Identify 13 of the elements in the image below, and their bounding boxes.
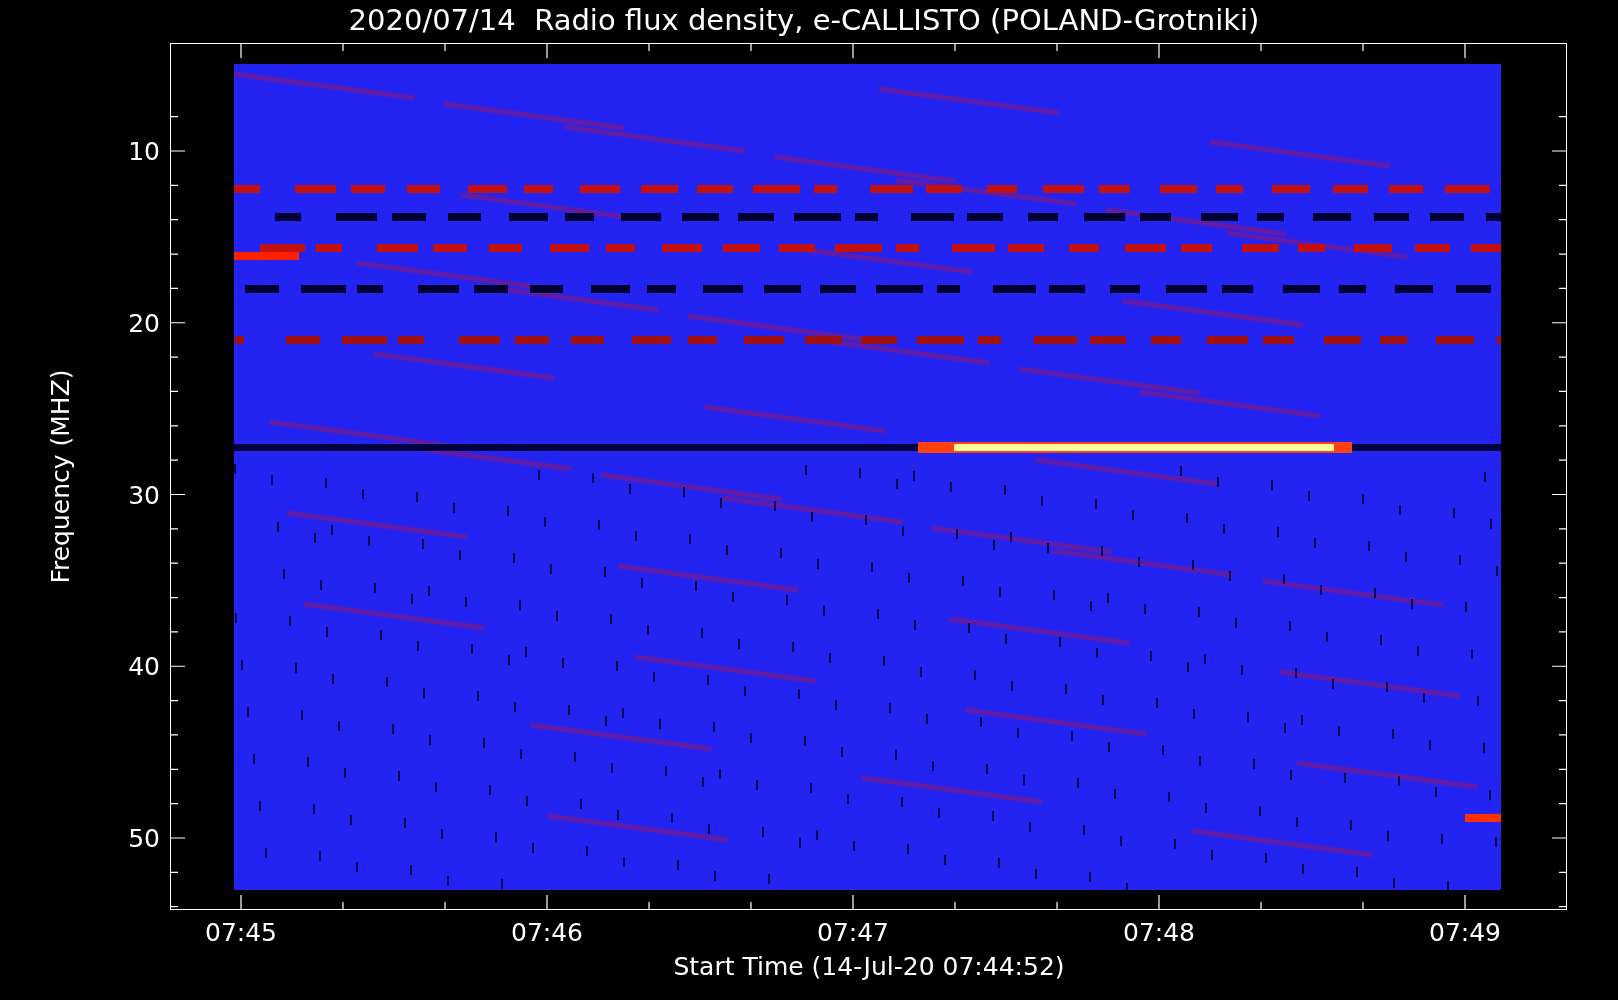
x-tick-label: 07:46 xyxy=(511,918,583,947)
y-axis-label: Frequency (MHZ) xyxy=(45,369,75,584)
x-tick-label: 07:47 xyxy=(817,918,889,947)
chart-title: 2020/07/14 Radio flux density, e-CALLISTO (POLAND-Grotniki) xyxy=(347,2,1261,39)
x-axis-label: Start Time (14-Jul-20 07:44:52) xyxy=(672,958,1066,983)
y-tick-label: 50 xyxy=(128,823,160,853)
x-tick-label: 07:45 xyxy=(205,918,277,947)
y-tick-label: 40 xyxy=(128,651,160,681)
y-tick-label: 30 xyxy=(128,480,160,509)
x-tick-label: 07:49 xyxy=(1429,918,1501,947)
y-tick-label: 20 xyxy=(128,308,160,338)
x-tick-label: 07:48 xyxy=(1123,918,1195,947)
y-tick-label: 10 xyxy=(128,136,160,166)
